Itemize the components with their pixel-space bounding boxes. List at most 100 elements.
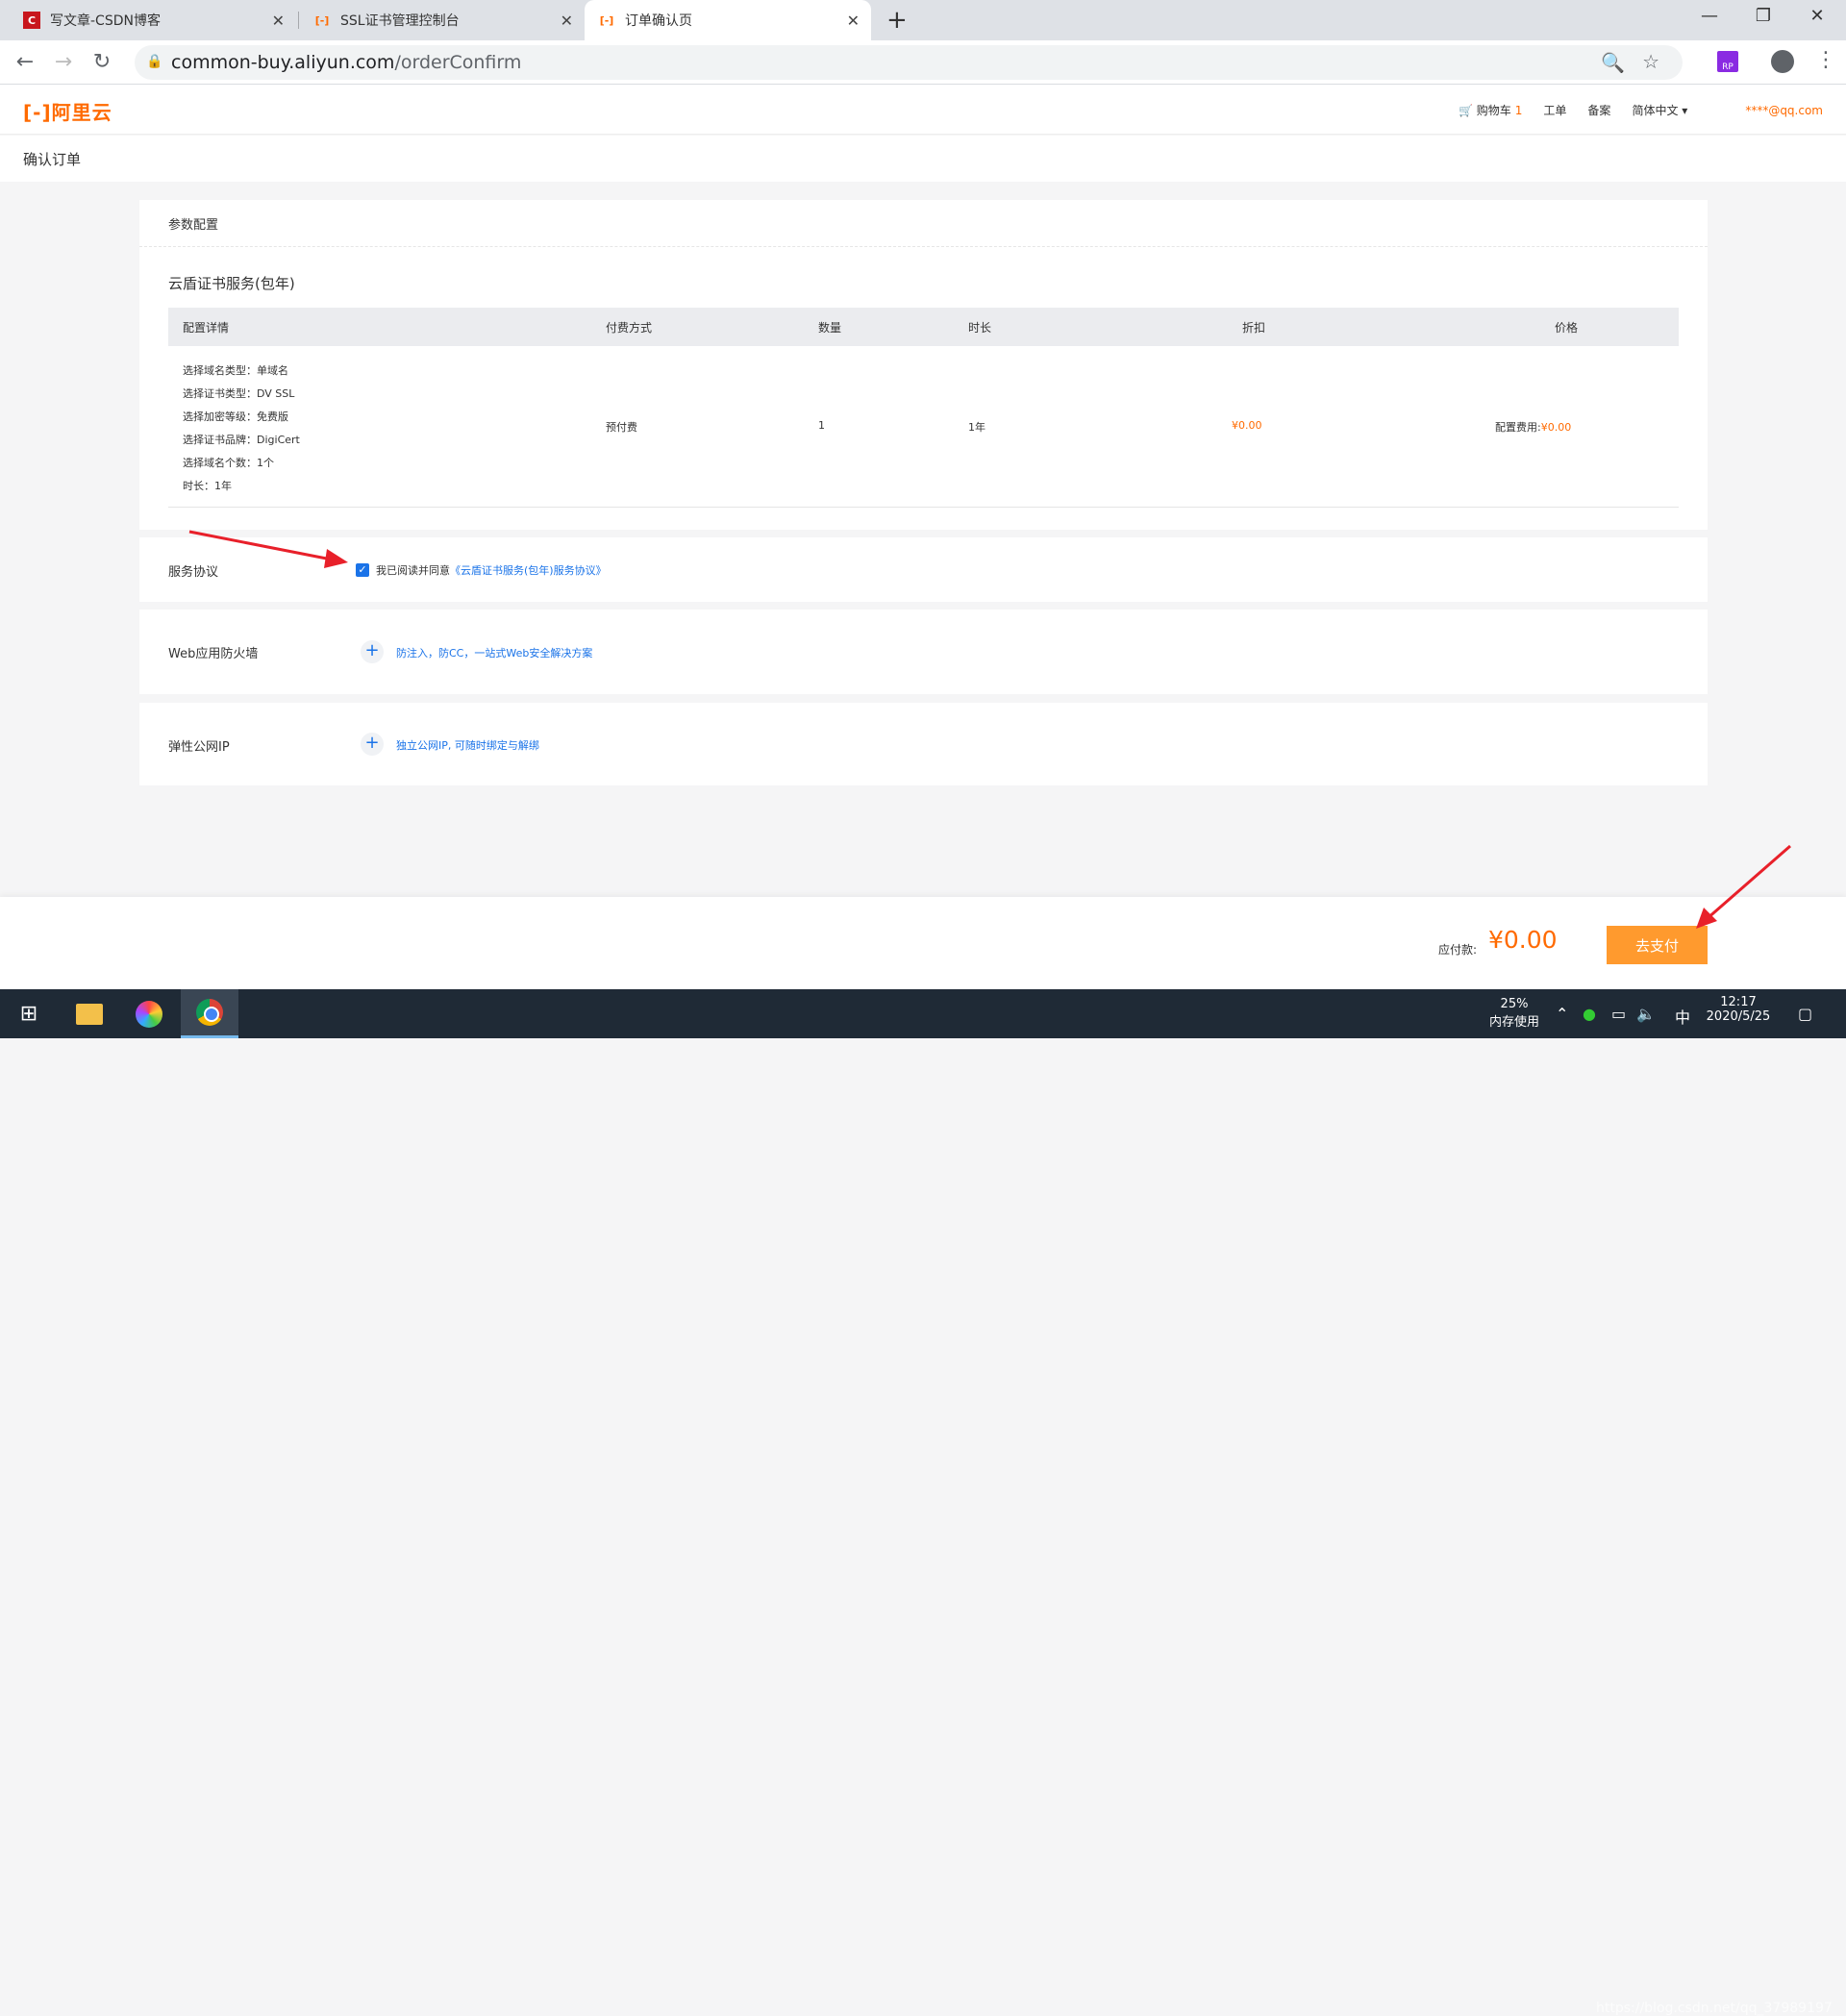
detail-line: 选择域名类型：单域名 [183,364,288,377]
language-label: 简体中文 [1632,104,1679,117]
detail-line: 时长：1年 [183,480,232,492]
config-table: 配置详情 付费方式 数量 时长 折扣 价格 选择域名类型：单域名 选择证书类型：… [168,308,1679,508]
detail-line: 选择加密等级：免费版 [183,411,288,423]
reload-icon[interactable]: ↻ [88,50,115,74]
column-header: 付费方式 [606,321,653,335]
agreement-link[interactable]: 《云盾证书服务(包年)服务协议》 [450,564,607,577]
detail-line: 选择域名个数：1个 [183,457,274,469]
tab-label: 订单确认页 [625,13,692,29]
detail-line: 选择证书类型：DV SSL [183,387,295,400]
quantity: 1 [818,419,825,432]
aliyun-logo[interactable]: [-]阿里云 [23,97,112,125]
waf-link[interactable]: 防注入，防CC，一站式Web安全解决方案 [396,645,592,660]
url-text[interactable]: common-buy.aliyun.com/orderConfirm [171,52,521,73]
minimize-icon[interactable]: — [1690,6,1729,26]
tab-csdn[interactable]: C 写文章-CSDN博客 ✕ [10,0,296,40]
bookmark-star-icon[interactable]: ☆ [1642,50,1659,73]
url-path: /orderConfirm [394,52,522,73]
close-icon[interactable]: ✕ [847,12,860,30]
wechat-icon[interactable]: ● [1583,1005,1596,1023]
ime-indicator[interactable]: 中 [1675,1005,1690,1028]
memory-percent: 25% [1500,997,1529,1011]
clock-time: 12:17 [1720,995,1757,1009]
file-explorer-button[interactable] [61,989,118,1038]
folder-icon [76,1003,103,1025]
app-button[interactable] [120,989,178,1038]
waf-label: Web应用防火墙 [168,647,259,661]
pay-button[interactable]: 去支付 [1607,926,1708,964]
price-value: ¥0.00 [1540,421,1572,434]
memory-usage[interactable]: 25% 内存使用 [1481,997,1548,1030]
column-header: 折扣 [1242,321,1266,335]
windows-icon: ⊞ [19,1002,38,1026]
duration: 1年 [968,421,985,434]
browser-toolbar: ← → ↻ 🔒 common-buy.aliyun.com/orderConfi… [0,40,1846,85]
column-header: 价格 [1555,321,1579,335]
volume-icon[interactable]: 🔈 [1636,1005,1656,1023]
agreement-checkbox[interactable]: ✓ [356,563,369,577]
back-icon[interactable]: ← [12,50,38,74]
agreement-prefix: 我已阅读并同意 [376,564,450,577]
eip-label: 弹性公网IP [168,740,230,755]
window-close-icon[interactable]: ✕ [1798,6,1836,26]
extension-label: RP [1722,62,1734,72]
table-header: 配置详情 付费方式 数量 时长 折扣 价格 [168,308,1679,346]
eip-card: 弹性公网IP + 独立公网IP, 可随时绑定与解绑 [139,703,1708,785]
table-row: 选择域名类型：单域名 选择证书类型：DV SSL 选择加密等级：免费版 选择证书… [168,346,1679,508]
amount-label: 应付款: [1438,943,1478,957]
aliyun-icon: [-] [314,13,330,27]
address-bar[interactable]: 🔒 common-buy.aliyun.com/orderConfirm 🔍 ☆ [135,45,1683,80]
caret-down-icon: ▾ [1682,104,1688,117]
agreement-card: 服务协议 ✓ 我已阅读并同意《云盾证书服务(包年)服务协议》 [139,537,1708,602]
tab-order-confirm[interactable]: [-] 订单确认页 ✕ [585,0,871,40]
watermark: https://blog.csdn.net/qq_37989197 [1596,2001,1833,2016]
tab-label: SSL证书管理控制台 [340,13,460,29]
close-icon[interactable]: ✕ [561,12,573,30]
chrome-button[interactable] [181,989,238,1038]
detail-line: 选择证书品牌：DigiCert [183,434,300,446]
zoom-icon[interactable]: 🔍 [1601,51,1625,74]
add-waf-button[interactable]: + [361,640,384,663]
cart-count: 1 [1514,104,1523,117]
clock-date: 2020/5/25 [1706,1009,1771,1024]
menu-icon[interactable]: ⋮ [1815,48,1836,72]
start-button[interactable]: ⊞ [0,989,58,1038]
pay-bar: 应付款: ¥0.00 去支付 [0,897,1846,989]
extension-icon[interactable]: RP [1717,51,1738,72]
price-label: 配置费用: [1495,421,1541,434]
profile-icon[interactable] [1771,50,1794,73]
cart-link[interactable]: 🛒 购物车 1 [1459,102,1522,118]
ticket-link[interactable]: 工单 [1543,102,1566,118]
browser-tab-strip: C 写文章-CSDN博客 ✕ [-] SSL证书管理控制台 ✕ [-] 订单确认… [0,0,1846,40]
language-selector[interactable]: 简体中文 ▾ [1632,102,1687,118]
add-eip-button[interactable]: + [361,733,384,756]
price: 配置费用:¥0.00 [1495,419,1571,435]
page-title-bar: 确认订单 [0,136,1846,182]
cart-label: 购物车 [1476,104,1511,117]
discount: ¥0.00 [1232,419,1262,432]
payment-method: 预付费 [606,421,637,434]
agreement-label: 服务协议 [168,565,219,580]
tab-label: 写文章-CSDN博客 [50,13,161,29]
filing-link[interactable]: 备案 [1587,102,1610,118]
user-email[interactable]: ****@qq.com [1745,104,1823,117]
notification-icon[interactable]: ▢ [1798,1005,1812,1023]
amount-due: ¥0.00 [1488,926,1558,954]
restore-icon[interactable]: ❐ [1744,6,1783,26]
url-host: common-buy.aliyun.com [171,52,395,73]
chevron-up-icon[interactable]: ⌃ [1556,1005,1568,1023]
column-header: 配置详情 [183,321,230,335]
close-icon[interactable]: ✕ [272,12,285,30]
clock[interactable]: 12:17 2020/5/25 [1700,995,1777,1024]
windows-taskbar: ⊞ 25% 内存使用 ⌃ ● ▭ 🔈 中 12:17 2020/5/25 ▢ h… [0,989,1846,2016]
tab-ssl-console[interactable]: [-] SSL证书管理控制台 ✕ [300,0,585,40]
network-icon[interactable]: ▭ [1611,1005,1626,1023]
waf-card: Web应用防火墙 + 防注入，防CC，一站式Web安全解决方案 [139,610,1708,694]
section-title: 参数配置 [139,200,1708,247]
eip-link[interactable]: 独立公网IP, 可随时绑定与解绑 [396,737,539,753]
new-tab-icon[interactable]: + [886,6,908,35]
config-details: 选择域名类型：单域名 选择证书类型：DV SSL 选择加密等级：免费版 选择证书… [183,360,300,498]
forward-icon[interactable]: → [50,50,77,74]
tab-separator [298,12,299,29]
agreement-text: 我已阅读并同意《云盾证书服务(包年)服务协议》 [376,562,607,578]
